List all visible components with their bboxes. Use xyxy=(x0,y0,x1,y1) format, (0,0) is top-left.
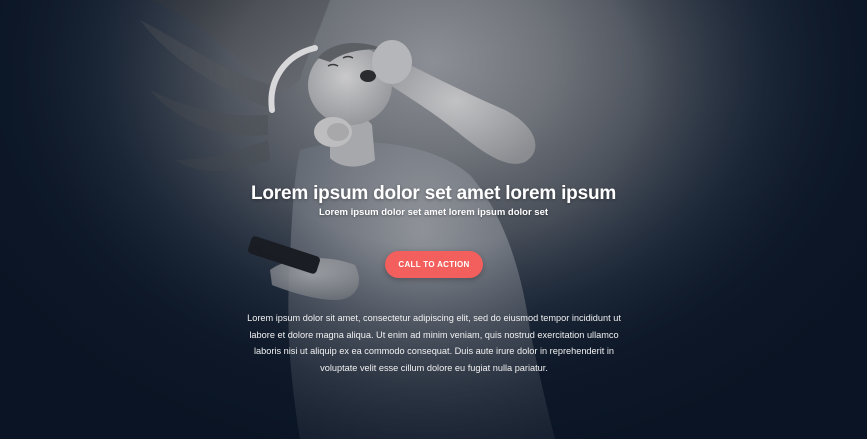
hero-body-text: Lorem ipsum dolor sit amet, consectetur … xyxy=(247,313,621,373)
hero-subheadline: Lorem ipsum dolor set amet lorem ipsum d… xyxy=(318,207,549,218)
hero-headline: Lorem ipsum dolor set amet lorem ipsum xyxy=(250,183,617,204)
call-to-action-button[interactable]: CALL TO ACTION xyxy=(385,251,483,278)
hero-section: Lorem ipsum dolor set amet lorem ipsum L… xyxy=(0,0,867,439)
